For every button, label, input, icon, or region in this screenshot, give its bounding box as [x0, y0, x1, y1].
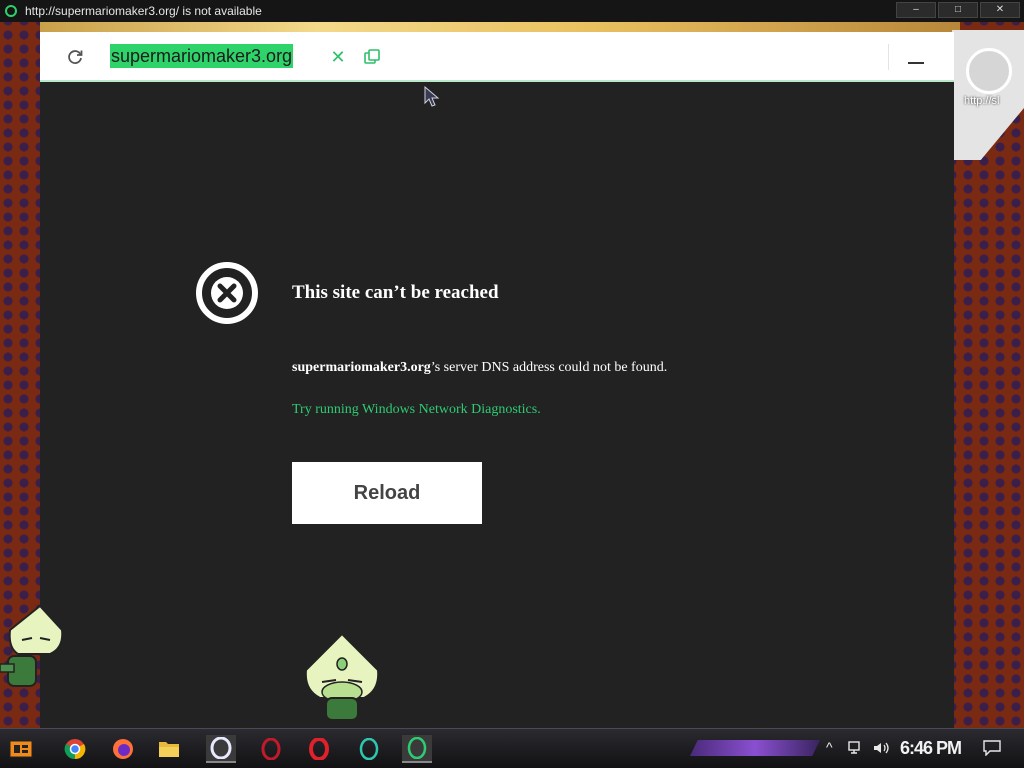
error-domain: supermariomaker3.org — [292, 360, 431, 375]
error-circle-x-icon — [196, 262, 258, 324]
chrome-icon[interactable] — [60, 735, 90, 763]
window-title: http://supermariomaker3.org/ is not avai… — [25, 4, 262, 18]
show-hidden-icons-icon[interactable]: ^ — [826, 739, 833, 755]
window-titlebar: http://supermariomaker3.org/ is not avai… — [0, 0, 1024, 22]
error-title: This site can’t be reached — [292, 282, 499, 303]
opera-icon[interactable] — [304, 735, 334, 763]
maximize-window-button[interactable]: □ — [938, 2, 978, 18]
reload-icon[interactable] — [66, 48, 84, 66]
start-icon[interactable] — [6, 735, 36, 763]
minimize-panel-icon[interactable] — [908, 62, 924, 64]
reload-button[interactable]: Reload — [292, 462, 482, 524]
opera-green-icon[interactable] — [402, 735, 432, 763]
opera-gx-icon[interactable] — [354, 735, 384, 763]
clear-url-icon[interactable]: ✕ — [330, 46, 346, 68]
opera-icon[interactable] — [206, 735, 236, 763]
mouse-cursor-icon — [424, 86, 440, 107]
peridot-character-image — [304, 632, 380, 728]
diagnostics-suffix: . — [537, 402, 541, 417]
taskbar: ^ 6:46 PM — [0, 728, 1024, 768]
diagnostics-prefix: Try running — [292, 402, 363, 417]
browser-logo-icon — [5, 5, 17, 17]
taskbar-clock[interactable]: 6:46 PM — [900, 738, 962, 759]
volume-icon[interactable] — [872, 741, 890, 755]
network-icon[interactable] — [848, 741, 864, 755]
network-diagnostics-link[interactable]: Windows Network Diagnostics — [362, 402, 537, 417]
copy-icon[interactable] — [364, 49, 380, 65]
browser-window: supermariomaker3.org ✕ This site can’t b… — [40, 32, 954, 729]
side-panel-url: http://sl — [964, 95, 1000, 107]
opera-red-icon[interactable] — [256, 735, 286, 763]
profile-avatar[interactable] — [966, 48, 1012, 94]
address-toolbar: supermariomaker3.org ✕ — [40, 32, 954, 82]
diagnostics-line: Try running Windows Network Diagnostics. — [292, 402, 541, 418]
error-description: supermariomaker3.org’s server DNS addres… — [292, 360, 667, 376]
minimize-window-button[interactable]: – — [896, 2, 936, 18]
taskbar-decoration — [690, 740, 820, 756]
file-explorer-icon[interactable] — [154, 735, 184, 763]
address-bar-input[interactable]: supermariomaker3.org — [110, 44, 294, 68]
window-controls: – □ ✕ — [896, 2, 1020, 18]
error-description-suffix: ’s server DNS address could not be found… — [430, 360, 668, 375]
notifications-icon[interactable] — [983, 740, 1001, 756]
close-window-button[interactable]: ✕ — [980, 2, 1020, 18]
firefox-icon[interactable] — [108, 735, 138, 763]
peridot-character-edge-image — [0, 604, 64, 687]
toolbar-divider — [888, 44, 889, 70]
